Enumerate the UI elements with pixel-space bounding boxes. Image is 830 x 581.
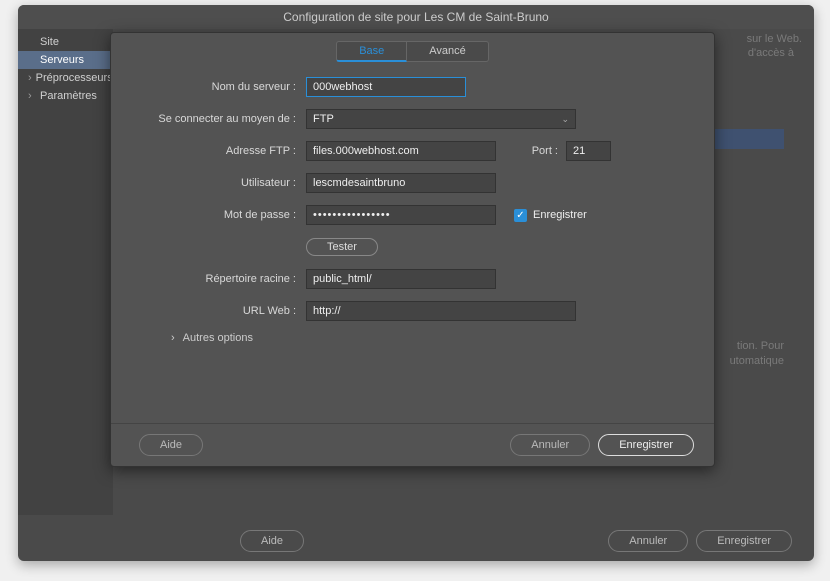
label-server-name: Nom du serveur : — [131, 81, 306, 93]
outer-footer: Aide Annuler Enregistrer — [18, 521, 814, 561]
test-button[interactable]: Tester — [306, 238, 378, 256]
web-url-input[interactable]: http:// — [306, 301, 576, 321]
outer-save-button[interactable]: Enregistrer — [696, 530, 792, 552]
inner-cancel-button[interactable]: Annuler — [510, 434, 590, 456]
sidebar: Site Serveurs › Préprocesseurs › Paramèt… — [18, 29, 113, 515]
chevron-right-icon: › — [28, 90, 36, 102]
save-password-label: Enregistrer — [533, 209, 587, 221]
outer-help-button[interactable]: Aide — [240, 530, 304, 552]
inner-save-button[interactable]: Enregistrer — [598, 434, 694, 456]
bg-status-text: tion. Pour utomatique — [730, 339, 784, 370]
password-input[interactable]: •••••••••••••••• — [306, 205, 496, 225]
bg-text: d'accès à — [748, 47, 794, 59]
sidebar-item-serveurs[interactable]: Serveurs — [18, 51, 113, 69]
port-input[interactable]: 21 — [566, 141, 611, 161]
select-value: FTP — [313, 113, 334, 125]
dialog-title: Configuration de site pour Les CM de Sai… — [18, 5, 814, 29]
server-settings-dialog: Base Avancé Nom du serveur : 000webhost … — [110, 32, 715, 467]
tab-advanced[interactable]: Avancé — [407, 41, 489, 62]
tabs: Base Avancé — [111, 33, 714, 62]
sidebar-item-label: Site — [40, 36, 59, 48]
label-root-dir: Répertoire racine : — [131, 273, 306, 285]
inner-help-button[interactable]: Aide — [139, 434, 203, 456]
sidebar-item-preprocesseurs[interactable]: › Préprocesseurs — [18, 69, 113, 87]
sidebar-item-label: Paramètres — [40, 90, 97, 102]
label-ftp-address: Adresse FTP : — [131, 145, 306, 157]
connect-via-select[interactable]: FTP ⌄ — [306, 109, 576, 129]
other-options-toggle[interactable]: › Autres options — [131, 332, 694, 344]
server-name-input[interactable]: 000webhost — [306, 77, 466, 97]
tab-base[interactable]: Base — [336, 41, 407, 62]
sidebar-item-parametres[interactable]: › Paramètres — [18, 87, 113, 105]
label-connect-via: Se connecter au moyen de : — [131, 113, 306, 125]
form: Nom du serveur : 000webhost Se connecter… — [111, 62, 714, 423]
label-user: Utilisateur : — [131, 177, 306, 189]
chevron-right-icon: › — [28, 72, 32, 84]
sidebar-item-site[interactable]: Site — [18, 33, 113, 51]
chevron-down-icon: ⌄ — [561, 114, 569, 125]
sidebar-item-label: Préprocesseurs — [36, 72, 113, 84]
label-web-url: URL Web : — [131, 305, 306, 317]
ftp-address-input[interactable]: files.000webhost.com — [306, 141, 496, 161]
label-port: Port : — [496, 145, 566, 157]
other-options-label: Autres options — [183, 332, 253, 344]
sidebar-item-label: Serveurs — [40, 54, 84, 66]
inner-footer: Aide Annuler Enregistrer — [111, 423, 714, 466]
root-dir-input[interactable]: public_html/ — [306, 269, 496, 289]
bg-text: sur le Web. — [747, 33, 802, 45]
user-input[interactable]: lescmdesaintbruno — [306, 173, 496, 193]
outer-cancel-button[interactable]: Annuler — [608, 530, 688, 552]
label-password: Mot de passe : — [131, 209, 306, 221]
chevron-right-icon: › — [171, 332, 175, 344]
save-password-checkbox[interactable]: ✓ — [514, 209, 527, 222]
